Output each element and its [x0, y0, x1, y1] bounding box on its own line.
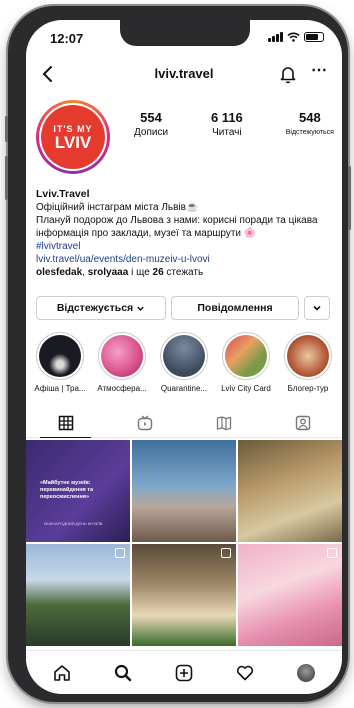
post-thumbnail[interactable] [26, 544, 130, 646]
post-caption-text: МІЖНАРОДНИЙ ДЕНЬ МУЗЕЇВ [44, 521, 103, 526]
post-thumbnail[interactable] [132, 544, 236, 646]
followers-count[interactable]: 6 116 Читачі [211, 110, 243, 138]
nav-search[interactable] [111, 661, 135, 685]
tagged-person-icon [295, 415, 310, 430]
profile-header: lviv.travel ⋯ [26, 60, 342, 90]
lviv-logo: IT'S MY LVIV [41, 105, 105, 169]
grid-icon [58, 415, 73, 430]
bell-icon[interactable] [278, 64, 298, 84]
post-caption-text: «Майбутнє музеїв: перевинайдення та пере… [40, 480, 94, 500]
nav-create[interactable] [172, 661, 196, 685]
highlight-item[interactable]: Афіша | Тра... [32, 332, 88, 393]
add-post-icon [175, 664, 193, 681]
chevron-down-icon [137, 306, 144, 311]
posts-count[interactable]: 554 Дописи [134, 110, 168, 138]
user-avatar [296, 663, 315, 682]
nav-home[interactable] [50, 661, 74, 685]
post-thumbnail[interactable] [238, 544, 342, 646]
status-time: 12:07 [50, 31, 84, 46]
bio-hashtag[interactable]: #lvivtravel [36, 240, 336, 253]
igtv-icon [137, 415, 152, 430]
carousel-icon [221, 548, 231, 558]
carousel-icon [327, 548, 337, 558]
post-thumbnail[interactable] [238, 440, 342, 542]
highlight-cover [163, 335, 205, 377]
chevron-down-icon [313, 305, 321, 311]
battery-icon [304, 32, 324, 42]
profile-avatar[interactable]: IT'S MY LVIV [36, 100, 110, 174]
post-thumbnail[interactable] [132, 440, 236, 542]
status-bar: 12:07 [26, 28, 342, 48]
wifi-icon [287, 32, 300, 42]
profile-name: Lviv.Travel [36, 188, 90, 200]
bio-line: Офіційний інстаграм міста Львів☕ [36, 202, 199, 213]
highlight-cover [287, 335, 329, 377]
highlight-item[interactable]: Блогер-тур [280, 332, 336, 393]
more-options-icon[interactable]: ⋯ [311, 60, 328, 80]
tab-grid[interactable] [26, 408, 105, 438]
profile-stats: 554 Дописи 6 116 Читачі 548 Відстежуютьс… [134, 110, 334, 138]
signal-icon [268, 32, 283, 42]
tab-tagged[interactable] [263, 408, 342, 437]
bottom-navigation [26, 650, 342, 694]
highlight-cover [225, 335, 267, 377]
highlight-item[interactable]: Атмосфера... [94, 332, 150, 393]
nav-profile[interactable] [294, 661, 318, 685]
profile-actions: Відстежується Повідомлення [36, 296, 336, 320]
side-button [5, 156, 8, 200]
following-button[interactable]: Відстежується [36, 296, 166, 320]
highlight-item[interactable]: Lviv City Card [218, 332, 274, 393]
highlight-cover [101, 335, 143, 377]
carousel-icon [115, 548, 125, 558]
guide-icon [216, 415, 231, 430]
heart-icon [236, 665, 253, 680]
highlight-cover [39, 335, 81, 377]
home-icon [54, 664, 71, 681]
followed-by[interactable]: olesfedak, srolyaaa і ще 26 стежать [36, 266, 336, 279]
post-thumbnail[interactable]: «Майбутнє музеїв: перевинайдення та пере… [26, 440, 130, 542]
profile-tabs [26, 408, 342, 438]
tab-guides[interactable] [184, 408, 263, 437]
status-icons [268, 32, 324, 42]
profile-bio: Lviv.Travel Офіційний інстаграм міста Ль… [36, 188, 336, 279]
message-button[interactable]: Повідомлення [171, 296, 299, 320]
side-button [5, 116, 8, 142]
search-icon [115, 664, 132, 681]
suggested-dropdown-button[interactable] [304, 296, 330, 320]
posts-grid: «Майбутнє музеїв: перевинайдення та пере… [26, 440, 342, 646]
nav-activity[interactable] [233, 661, 257, 685]
story-highlights: Афіша | Тра... Атмосфера... Quarantine..… [32, 332, 342, 393]
following-count[interactable]: 548 Відстежуються [286, 110, 334, 138]
tab-igtv[interactable] [105, 408, 184, 437]
bio-link[interactable]: lviv.travel/ua/events/den-muzeiv-u-lvovi [36, 253, 336, 266]
screen: 12:07 lviv.travel ⋯ IT'S MY LVIV 554 Доп… [26, 20, 342, 694]
highlight-item[interactable]: Quarantine... [156, 332, 212, 393]
bio-line: Плануй подорож до Львова з нами: корисні… [36, 215, 318, 239]
side-button [348, 166, 351, 230]
